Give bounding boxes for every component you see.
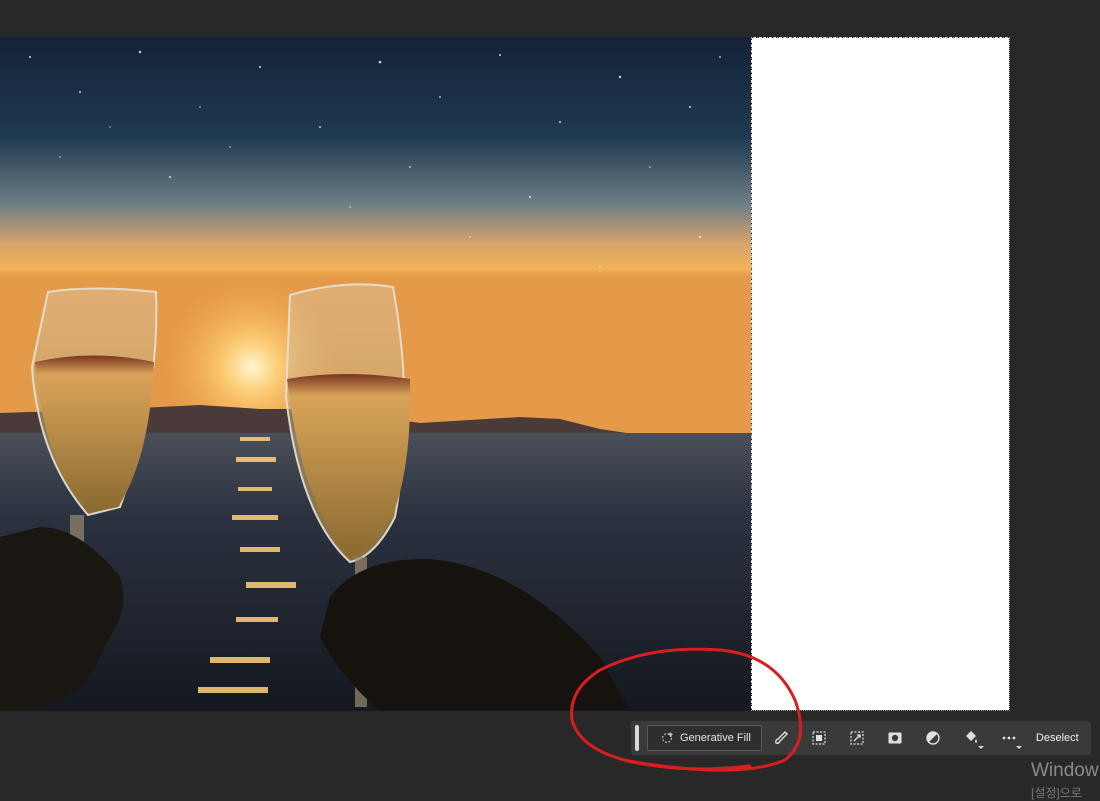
fill-selection-icon [965, 731, 977, 743]
canvas-area[interactable] [0, 0, 1100, 712]
contextual-taskbar: Generative Fill Deselect [631, 721, 1091, 755]
create-mask-button[interactable] [876, 721, 914, 755]
generative-fill-label: Generative Fill [680, 732, 751, 744]
modify-selection-brush-button[interactable] [762, 721, 800, 755]
expanded-canvas-blank[interactable] [751, 37, 1009, 710]
deselect-button[interactable]: Deselect [1028, 732, 1087, 744]
transform-selection-button[interactable] [838, 721, 876, 755]
taskbar-drag-handle[interactable] [635, 725, 639, 751]
adjustment-layer-icon [926, 731, 940, 745]
adjustment-layer-button[interactable] [914, 721, 952, 755]
chevron-down-icon [977, 746, 984, 749]
select-subject-icon [812, 731, 826, 745]
windows-activation-watermark: Window [1031, 760, 1099, 781]
modify-selection-brush-icon [774, 731, 788, 744]
windows-activation-subtext: [설정]으로 [1031, 786, 1082, 800]
fill-selection-button[interactable] [952, 721, 990, 755]
canvas-photo[interactable] [0, 37, 751, 711]
select-subject-button[interactable] [800, 721, 838, 755]
transform-selection-icon [850, 731, 864, 745]
create-mask-icon [888, 732, 902, 744]
more-options-icon [1002, 736, 1016, 740]
chevron-down-icon [1015, 746, 1022, 749]
generative-fill-icon [662, 731, 674, 743]
more-options-button[interactable] [990, 721, 1028, 755]
generative-fill-button[interactable]: Generative Fill [647, 725, 762, 751]
